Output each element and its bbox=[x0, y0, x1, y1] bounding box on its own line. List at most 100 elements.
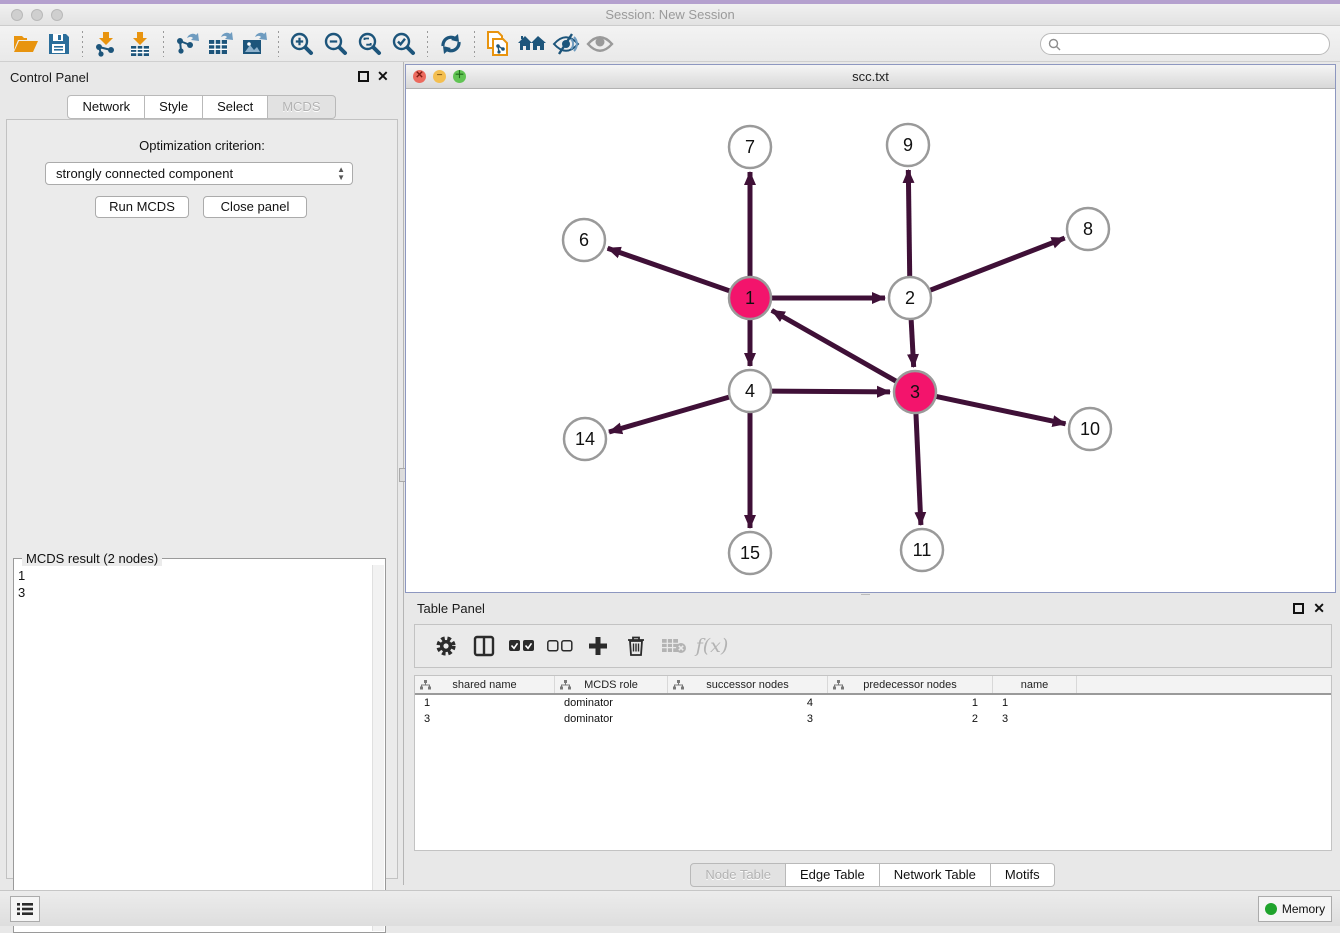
svg-text:14: 14 bbox=[575, 429, 595, 449]
table-tabs: Node TableEdge TableNetwork TableMotifs bbox=[405, 863, 1340, 887]
refresh-icon[interactable] bbox=[434, 29, 468, 59]
close-panel-button[interactable]: Close panel bbox=[203, 196, 307, 218]
network-close-button[interactable]: ✕ bbox=[413, 70, 426, 83]
window-zoom-button[interactable] bbox=[51, 9, 63, 21]
table-cell[interactable]: 1 bbox=[828, 695, 993, 711]
node-table: shared nameMCDS rolesuccessor nodesprede… bbox=[414, 675, 1332, 851]
graph-node-11[interactable]: 11 bbox=[901, 529, 943, 571]
graph-node-15[interactable]: 15 bbox=[729, 532, 771, 574]
zoom-out-icon[interactable] bbox=[319, 29, 353, 59]
criterion-select[interactable]: strongly connected component ▲▼ bbox=[45, 162, 353, 185]
tab-edge-table[interactable]: Edge Table bbox=[786, 863, 880, 887]
graph-node-3[interactable]: 3 bbox=[894, 371, 936, 413]
unchecked-boxes-icon[interactable] bbox=[541, 631, 579, 661]
tab-select[interactable]: Select bbox=[203, 95, 268, 119]
eye-slash-icon[interactable] bbox=[549, 29, 583, 59]
zoom-selected-icon[interactable] bbox=[387, 29, 421, 59]
table-cell[interactable]: 3 bbox=[993, 711, 1077, 727]
delete-table-icon[interactable] bbox=[655, 631, 693, 661]
network-window-titlebar[interactable]: ✕ − ＋ scc.txt bbox=[406, 65, 1335, 89]
graph-edge-3-1[interactable] bbox=[772, 310, 897, 381]
zoom-in-icon[interactable] bbox=[285, 29, 319, 59]
close-table-panel-icon[interactable]: ✕ bbox=[1313, 600, 1325, 616]
table-cell[interactable]: 1 bbox=[415, 695, 555, 711]
tab-motifs[interactable]: Motifs bbox=[991, 863, 1055, 887]
table-cell[interactable]: 3 bbox=[415, 711, 555, 727]
graph-node-6[interactable]: 6 bbox=[563, 219, 605, 261]
column-header-MCDS-role[interactable]: MCDS role bbox=[555, 676, 668, 693]
trash-icon[interactable] bbox=[617, 631, 655, 661]
zoom-fit-icon[interactable] bbox=[353, 29, 387, 59]
column-header-predecessor-nodes[interactable]: predecessor nodes bbox=[828, 676, 993, 693]
export-table-icon[interactable] bbox=[204, 29, 238, 59]
table-row[interactable]: 1dominator411 bbox=[415, 695, 1331, 711]
float-table-panel-icon[interactable] bbox=[1293, 603, 1304, 614]
tab-node-table[interactable]: Node Table bbox=[690, 863, 786, 887]
table-cell[interactable]: dominator bbox=[555, 695, 668, 711]
plus-icon[interactable] bbox=[579, 631, 617, 661]
graph-node-8[interactable]: 8 bbox=[1067, 208, 1109, 250]
network-maximize-button[interactable]: ＋ bbox=[453, 70, 466, 83]
graph-edge-2-8[interactable] bbox=[930, 238, 1065, 290]
table-row[interactable]: 3dominator323 bbox=[415, 711, 1331, 727]
columns-icon[interactable] bbox=[465, 631, 503, 661]
network-window-title: scc.txt bbox=[406, 65, 1335, 89]
network-minimize-button[interactable]: − bbox=[433, 70, 446, 83]
graph-edge-1-6[interactable] bbox=[608, 248, 731, 291]
column-header-shared-name[interactable]: shared name bbox=[415, 676, 555, 693]
save-icon[interactable] bbox=[42, 29, 76, 59]
run-mcds-button[interactable]: Run MCDS bbox=[95, 196, 189, 218]
import-network-icon[interactable] bbox=[89, 29, 123, 59]
fx-icon[interactable]: f(x) bbox=[696, 635, 729, 657]
search-field[interactable] bbox=[1040, 33, 1330, 55]
graph-node-7[interactable]: 7 bbox=[729, 126, 771, 168]
tab-network[interactable]: Network bbox=[67, 95, 145, 119]
window-minimize-button[interactable] bbox=[31, 9, 43, 21]
table-cell[interactable]: dominator bbox=[555, 711, 668, 727]
table-cell[interactable]: 1 bbox=[993, 695, 1077, 711]
search-icon bbox=[1048, 38, 1061, 51]
graph-node-1[interactable]: 1 bbox=[729, 277, 771, 319]
tab-mcds[interactable]: MCDS bbox=[268, 95, 335, 119]
graph-edge-2-9[interactable] bbox=[908, 170, 909, 277]
toolbar-separator bbox=[82, 31, 83, 57]
gear-icon[interactable] bbox=[427, 631, 465, 661]
table-cell[interactable]: 4 bbox=[668, 695, 828, 711]
table-cell[interactable]: 2 bbox=[828, 711, 993, 727]
graph-edge-4-3[interactable] bbox=[771, 391, 890, 392]
result-scrollbar[interactable] bbox=[372, 565, 384, 931]
task-history-button[interactable] bbox=[10, 896, 40, 922]
graph-node-10[interactable]: 10 bbox=[1069, 408, 1111, 450]
tab-style[interactable]: Style bbox=[145, 95, 203, 119]
graph-edge-4-14[interactable] bbox=[609, 397, 730, 432]
window-close-button[interactable] bbox=[11, 9, 23, 21]
graph-edge-3-11[interactable] bbox=[916, 413, 921, 525]
export-network-icon[interactable] bbox=[170, 29, 204, 59]
tab-network-table[interactable]: Network Table bbox=[880, 863, 991, 887]
mcds-result-list: 1 3 bbox=[18, 567, 25, 601]
table-cell[interactable]: 3 bbox=[668, 711, 828, 727]
graph-node-14[interactable]: 14 bbox=[564, 418, 606, 460]
memory-status-icon bbox=[1265, 903, 1277, 915]
houses-icon[interactable] bbox=[515, 29, 549, 59]
float-panel-icon[interactable] bbox=[358, 71, 369, 82]
import-table-icon[interactable] bbox=[123, 29, 157, 59]
close-panel-icon[interactable]: ✕ bbox=[377, 68, 389, 84]
search-input[interactable] bbox=[1061, 37, 1329, 51]
graph-node-4[interactable]: 4 bbox=[729, 370, 771, 412]
export-image-icon[interactable] bbox=[238, 29, 272, 59]
network-canvas[interactable]: 7 9 6 8 1 2 4 3 14 10 15 11 bbox=[406, 90, 1335, 592]
eye-icon[interactable] bbox=[583, 29, 617, 59]
graph-node-2[interactable]: 2 bbox=[889, 277, 931, 319]
column-header-successor-nodes[interactable]: successor nodes bbox=[668, 676, 828, 693]
column-header-name[interactable]: name bbox=[993, 676, 1077, 693]
graph-node-9[interactable]: 9 bbox=[887, 124, 929, 166]
optimization-criterion-label: Optimization criterion: bbox=[7, 138, 397, 153]
open-folder-icon[interactable] bbox=[8, 29, 42, 59]
graph-edge-2-3[interactable] bbox=[911, 319, 914, 367]
table-toolbar: f(x) bbox=[414, 624, 1332, 668]
copy-network-icon[interactable] bbox=[481, 29, 515, 59]
memory-button[interactable]: Memory bbox=[1258, 896, 1332, 922]
checked-boxes-icon[interactable] bbox=[503, 631, 541, 661]
graph-edge-3-10[interactable] bbox=[936, 396, 1066, 423]
